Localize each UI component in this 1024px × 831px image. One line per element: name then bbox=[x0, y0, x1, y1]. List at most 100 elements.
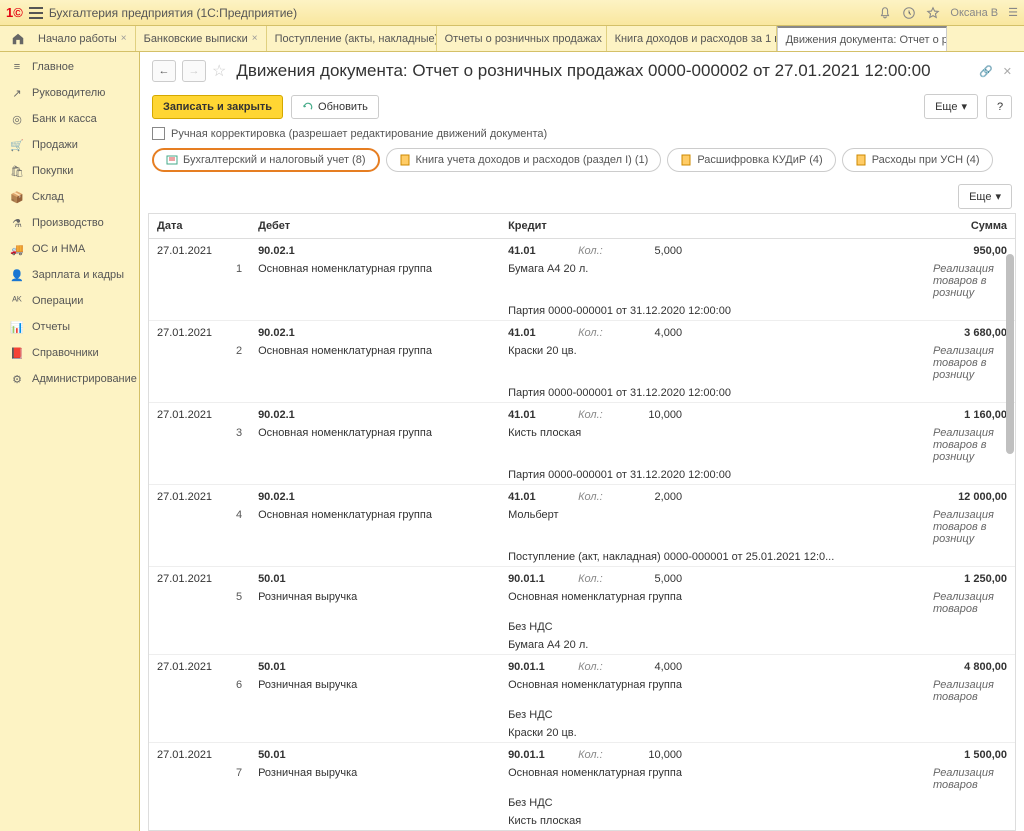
nav-gear[interactable]: ⚙Администрирование bbox=[0, 366, 139, 392]
nav-ops[interactable]: ᴬᴷОперации bbox=[0, 288, 139, 314]
tab-0[interactable]: Начало работы × bbox=[30, 26, 136, 51]
table-row[interactable]: Бумага А4 20 л. bbox=[149, 636, 1015, 655]
box-icon: 📦 bbox=[10, 190, 24, 204]
col-debit[interactable]: Дебет bbox=[250, 214, 500, 239]
nav-menu[interactable]: ≡Главное bbox=[0, 54, 139, 80]
subtab-icon bbox=[855, 154, 867, 166]
subtab-3[interactable]: Расходы при УСН (4) bbox=[842, 148, 993, 172]
table-row[interactable]: Партия 0000-000001 от 31.12.2020 12:00:0… bbox=[149, 466, 1015, 485]
table-row[interactable]: 3Основная номенклатурная группаКисть пло… bbox=[149, 424, 1015, 466]
sidebar: ≡Главное↗Руководителю◎Банк и касса🛒Прода… bbox=[0, 52, 140, 831]
close-icon[interactable]: ✕ bbox=[1003, 65, 1012, 78]
home-icon bbox=[11, 32, 25, 46]
nav-chart[interactable]: ↗Руководителю bbox=[0, 80, 139, 106]
history-icon[interactable] bbox=[902, 6, 916, 20]
refresh-button[interactable]: Обновить bbox=[291, 95, 379, 119]
tab-4[interactable]: Книга доходов и расходов за 1 квартал...… bbox=[607, 26, 777, 51]
tab-close-icon[interactable]: × bbox=[121, 33, 127, 44]
user-label[interactable]: Оксана В bbox=[950, 7, 998, 19]
table-row[interactable]: 6Розничная выручкаОсновная номенклатурна… bbox=[149, 676, 1015, 706]
table-row[interactable]: 27.01.202150.0190.01.1Кол.:10,0001 500,0… bbox=[149, 743, 1015, 765]
tab-3[interactable]: Отчеты о розничных продажах × bbox=[437, 26, 607, 51]
tab-5[interactable]: Движения документа: Отчет о розничн... × bbox=[777, 26, 947, 51]
table-row[interactable]: 2Основная номенклатурная группаКраски 20… bbox=[149, 342, 1015, 384]
table-row[interactable]: Без НДС bbox=[149, 618, 1015, 636]
manual-correction-checkbox[interactable] bbox=[152, 127, 165, 140]
table-row[interactable]: Кисть плоская bbox=[149, 812, 1015, 831]
table-row[interactable]: Партия 0000-000001 от 31.12.2020 12:00:0… bbox=[149, 384, 1015, 403]
report-icon: 📊 bbox=[10, 320, 24, 334]
gear-icon: ⚙ bbox=[10, 372, 24, 386]
help-button[interactable]: ? bbox=[986, 95, 1012, 119]
star-icon[interactable] bbox=[926, 6, 940, 20]
table-row[interactable]: 1Основная номенклатурная группаБумага А4… bbox=[149, 260, 1015, 302]
table-row[interactable]: 27.01.202150.0190.01.1Кол.:4,0004 800,00 bbox=[149, 655, 1015, 677]
chevron-down-icon: ▾ bbox=[961, 100, 967, 113]
nav-book[interactable]: 📕Справочники bbox=[0, 340, 139, 366]
grid-more-button[interactable]: Еще ▾ bbox=[958, 184, 1012, 209]
back-button[interactable]: ← bbox=[152, 60, 176, 82]
table-row[interactable]: 27.01.202190.02.141.01Кол.:2,00012 000,0… bbox=[149, 485, 1015, 507]
table-row[interactable]: Без НДС bbox=[149, 794, 1015, 812]
table-row[interactable]: 27.01.202190.02.141.01Кол.:10,0001 160,0… bbox=[149, 403, 1015, 425]
favorite-star-icon[interactable]: ☆ bbox=[212, 61, 226, 81]
cart2-icon: 🛍 bbox=[10, 164, 24, 178]
user-dropdown-icon[interactable]: ☰ bbox=[1008, 6, 1018, 19]
table-row[interactable]: 27.01.202190.02.141.01Кол.:4,0003 680,00 bbox=[149, 321, 1015, 343]
col-credit[interactable]: Кредит bbox=[500, 214, 570, 239]
more-button[interactable]: Еще ▾ bbox=[924, 94, 978, 119]
menu-icon: ≡ bbox=[10, 60, 24, 74]
factory-icon: ⚗ bbox=[10, 216, 24, 230]
nav-box[interactable]: 📦Склад bbox=[0, 184, 139, 210]
table-row[interactable]: 4Основная номенклатурная группаМольбертР… bbox=[149, 506, 1015, 548]
scrollbar-thumb[interactable] bbox=[1006, 254, 1014, 454]
tab-2[interactable]: Поступление (акты, накладные) × bbox=[267, 26, 437, 51]
home-tab[interactable] bbox=[6, 26, 30, 51]
tab-close-icon[interactable]: × bbox=[252, 33, 258, 44]
nav-coin[interactable]: ◎Банк и касса bbox=[0, 106, 139, 132]
table-row[interactable]: 27.01.202190.02.141.01Кол.:5,000950,00 bbox=[149, 239, 1015, 261]
cart-icon: 🛒 bbox=[10, 138, 24, 152]
truck-icon: 🚚 bbox=[10, 242, 24, 256]
table-row[interactable]: Поступление (акт, накладная) 0000-000001… bbox=[149, 548, 1015, 567]
book-icon: 📕 bbox=[10, 346, 24, 360]
coin-icon: ◎ bbox=[10, 112, 24, 126]
forward-button[interactable]: → bbox=[182, 60, 206, 82]
subtab-icon bbox=[399, 154, 411, 166]
nav-person[interactable]: 👤Зарплата и кадры bbox=[0, 262, 139, 288]
table-row[interactable]: 5Розничная выручкаОсновная номенклатурна… bbox=[149, 588, 1015, 618]
nav-factory[interactable]: ⚗Производство bbox=[0, 210, 139, 236]
nav-cart2[interactable]: 🛍Покупки bbox=[0, 158, 139, 184]
main-content: ← → ☆ Движения документа: Отчет о рознич… bbox=[140, 52, 1024, 831]
table-row[interactable]: 27.01.202150.0190.01.1Кол.:5,0001 250,00 bbox=[149, 567, 1015, 589]
refresh-icon bbox=[302, 101, 314, 113]
subtab-2[interactable]: Расшифровка КУДиР (4) bbox=[667, 148, 835, 172]
subtab-icon bbox=[166, 154, 178, 166]
ops-icon: ᴬᴷ bbox=[10, 294, 24, 308]
subtab-icon bbox=[680, 154, 692, 166]
chart-icon: ↗ bbox=[10, 86, 24, 100]
nav-cart[interactable]: 🛒Продажи bbox=[0, 132, 139, 158]
manual-correction-label: Ручная корректировка (разрешает редактир… bbox=[171, 128, 547, 140]
nav-report[interactable]: 📊Отчеты bbox=[0, 314, 139, 340]
titlebar: 1© Бухгалтерия предприятия (1С:Предприят… bbox=[0, 0, 1024, 26]
person-icon: 👤 bbox=[10, 268, 24, 282]
save-close-button[interactable]: Записать и закрыть bbox=[152, 95, 283, 119]
subtab-0[interactable]: Бухгалтерский и налоговый учет (8) bbox=[152, 148, 380, 172]
tabbar: Начало работы ×Банковские выписки ×Посту… bbox=[0, 26, 1024, 52]
table-row[interactable]: Партия 0000-000001 от 31.12.2020 12:00:0… bbox=[149, 302, 1015, 321]
table-row[interactable]: Без НДС bbox=[149, 706, 1015, 724]
col-sum[interactable]: Сумма bbox=[925, 214, 1015, 239]
link-icon[interactable]: 🔗 bbox=[979, 65, 993, 78]
bell-icon[interactable] bbox=[878, 6, 892, 20]
logo-1c: 1© bbox=[6, 5, 23, 20]
tab-1[interactable]: Банковские выписки × bbox=[136, 26, 267, 51]
col-date[interactable]: Дата bbox=[149, 214, 220, 239]
table-row[interactable]: Краски 20 цв. bbox=[149, 724, 1015, 743]
table-row[interactable]: 7Розничная выручкаОсновная номенклатурна… bbox=[149, 764, 1015, 794]
nav-truck[interactable]: 🚚ОС и НМА bbox=[0, 236, 139, 262]
chevron-down-icon: ▾ bbox=[995, 190, 1001, 203]
accounting-grid[interactable]: Дата Дебет Кредит Сумма 27.01.202190.02.… bbox=[148, 213, 1016, 831]
subtab-1[interactable]: Книга учета доходов и расходов (раздел I… bbox=[386, 148, 662, 172]
menu-icon[interactable] bbox=[29, 7, 43, 19]
